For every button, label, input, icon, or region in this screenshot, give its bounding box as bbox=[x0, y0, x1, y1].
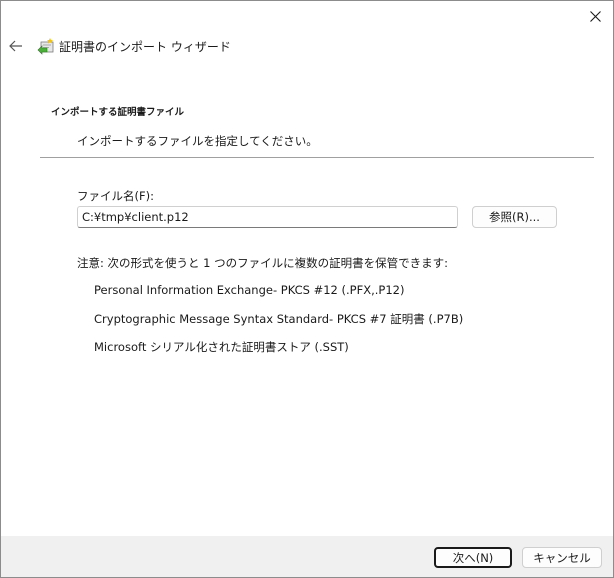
page-description: インポートするファイルを指定してください。 bbox=[77, 134, 318, 148]
certificate-wizard-icon bbox=[37, 38, 54, 55]
close-icon bbox=[589, 10, 601, 22]
close-button[interactable] bbox=[577, 1, 613, 31]
file-name-label: ファイル名(F): bbox=[77, 189, 154, 203]
next-button[interactable]: 次へ(N) bbox=[434, 547, 512, 568]
back-arrow-icon bbox=[9, 40, 22, 52]
file-name-input[interactable] bbox=[77, 206, 458, 228]
format-item-pfx: Personal Information Exchange- PKCS #12 … bbox=[94, 283, 405, 297]
certificate-import-wizard-window: 証明書のインポート ウィザード インポートする証明書ファイル インポートするファ… bbox=[0, 0, 614, 578]
format-item-p7b: Cryptographic Message Syntax Standard- P… bbox=[94, 312, 464, 326]
format-note: 注意: 次の形式を使うと 1 つのファイルに複数の証明書を保管できます: bbox=[77, 256, 449, 270]
format-item-sst: Microsoft シリアル化された証明書ストア (.SST) bbox=[94, 340, 349, 354]
cancel-button[interactable]: キャンセル bbox=[522, 547, 602, 568]
page-heading: インポートする証明書ファイル bbox=[51, 107, 185, 118]
browse-button[interactable]: 参照(R)... bbox=[472, 206, 557, 228]
back-button[interactable] bbox=[5, 35, 27, 57]
wizard-title: 証明書のインポート ウィザード bbox=[59, 40, 231, 54]
header-divider bbox=[40, 157, 594, 158]
